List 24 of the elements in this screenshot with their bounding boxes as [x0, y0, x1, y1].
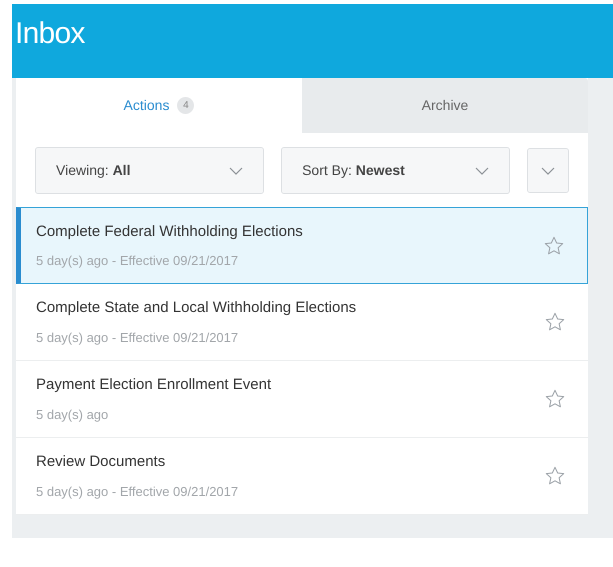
filter-dropdown[interactable]: Sort By: Newest	[281, 147, 510, 194]
chevron-down-icon	[475, 166, 490, 174]
inbox-item[interactable]: Review Documents 5 day(s) ago - Effective 09/21/2017	[16, 438, 588, 515]
tab[interactable]: Archive	[302, 78, 588, 133]
chevron-down-icon	[541, 166, 556, 174]
inbox-item[interactable]: Complete State and Local Withholding Elections 5 day(s) ago - Effective 09/21/2017	[16, 284, 588, 361]
item-title: Review Documents	[36, 452, 166, 472]
inbox-item[interactable]: Complete Federal Withholding Elections 5 day(s) ago - Effective 09/21/2017	[16, 207, 588, 284]
chevron-down-icon	[229, 166, 244, 174]
star-icon[interactable]	[544, 311, 566, 333]
count-badge: 4	[177, 97, 194, 114]
filter-dropdown[interactable]: Viewing: All	[35, 147, 264, 194]
item-title: Complete State and Local Withholding Elections	[36, 298, 356, 318]
item-subtitle: 5 day(s) ago - Effective 09/21/2017	[36, 328, 240, 347]
item-title: Payment Election Enrollment Event	[36, 375, 272, 395]
star-icon[interactable]	[543, 234, 565, 256]
item-subtitle: 5 day(s) ago - Effective 09/21/2017	[36, 252, 240, 270]
item-subtitle: 5 day(s) ago	[36, 406, 110, 424]
item-title: Complete Federal Withholding Elections	[36, 222, 303, 242]
star-icon[interactable]	[544, 388, 566, 410]
item-subtitle: 5 day(s) ago - Effective 09/21/2017	[36, 482, 238, 501]
inbox-item[interactable]: Payment Election Enrollment Event 5 day(s) ago	[16, 361, 588, 438]
star-icon[interactable]	[544, 465, 566, 487]
page-title: Inbox	[15, 16, 85, 52]
